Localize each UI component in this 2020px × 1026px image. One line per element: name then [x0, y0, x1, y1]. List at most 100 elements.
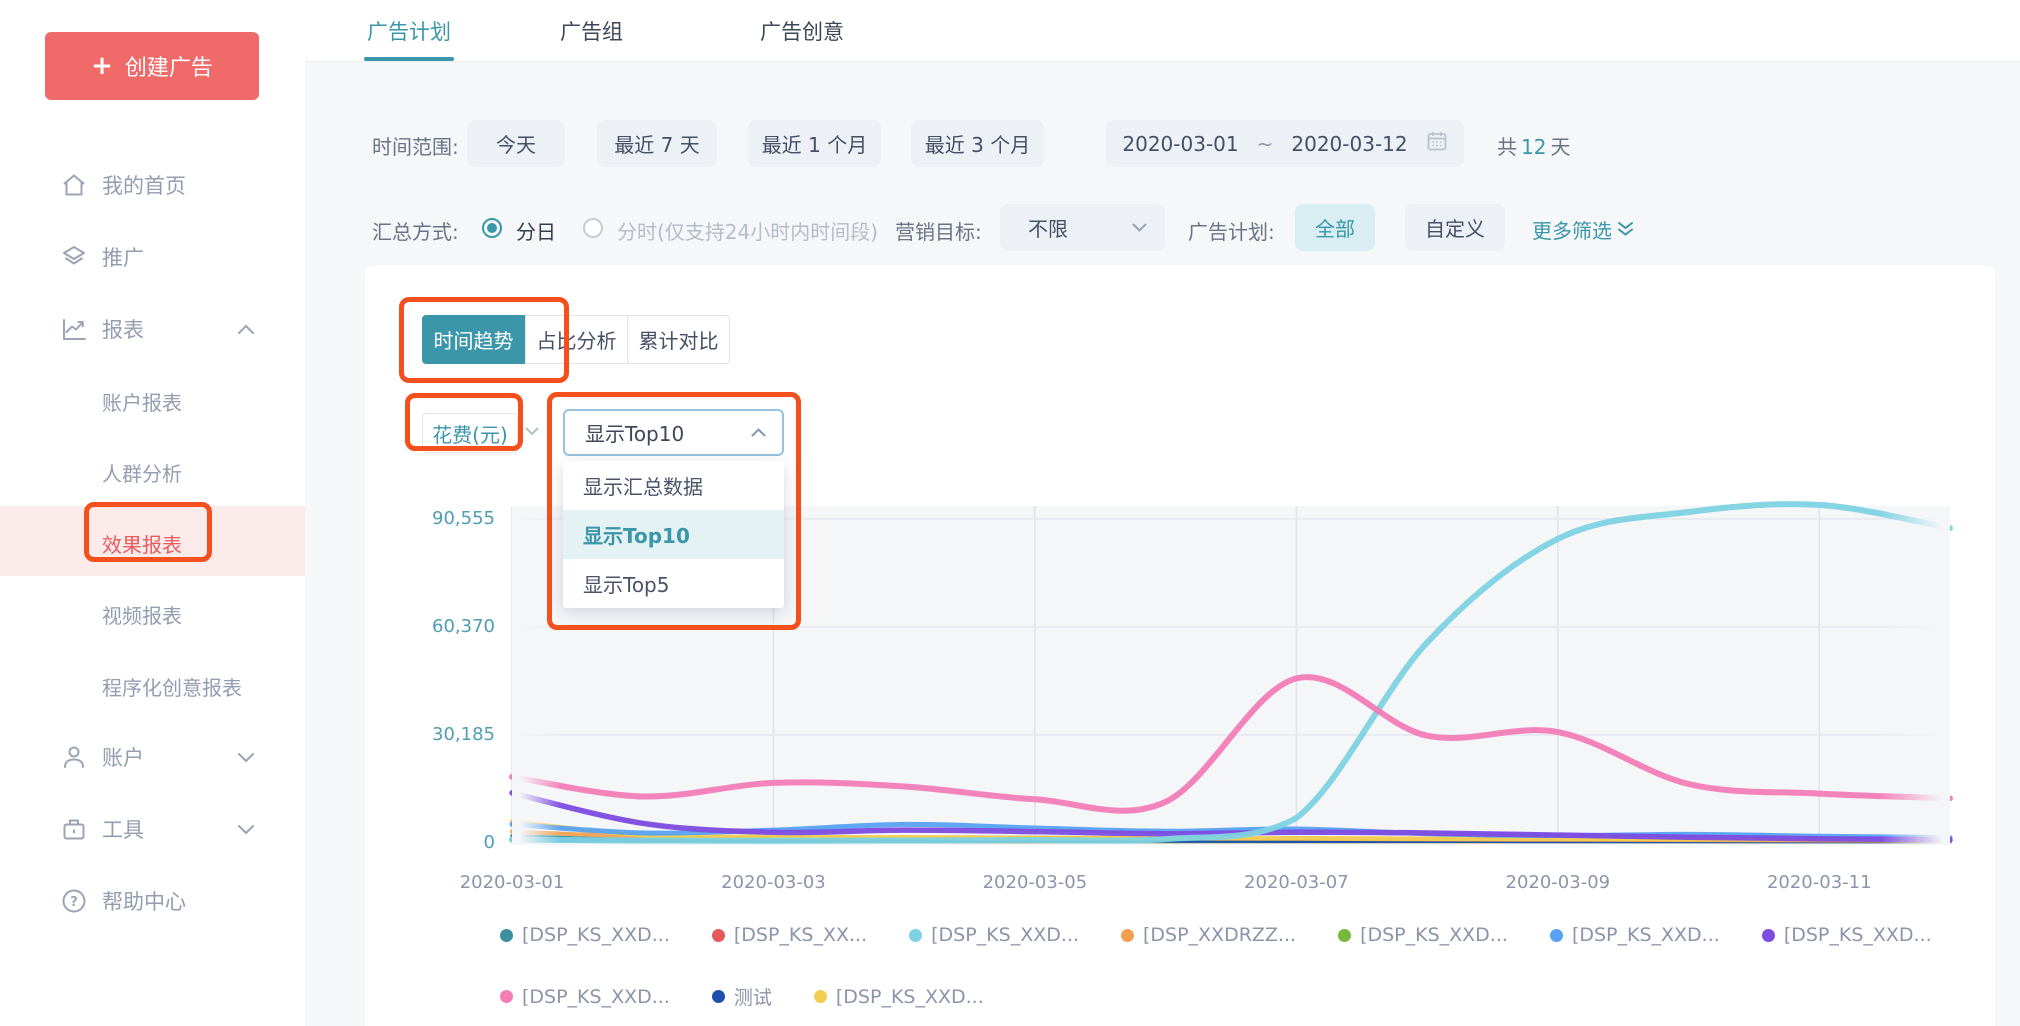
calendar-icon [1426, 130, 1448, 157]
legend-item[interactable]: [DSP_KS_XX... [712, 924, 867, 946]
plan-custom-button[interactable]: 自定义 [1405, 204, 1505, 251]
more-filters-button[interactable]: 更多筛选 [1532, 215, 1634, 244]
x-axis-label: 2020-03-05 [955, 872, 1115, 893]
sidebar-item-promotion[interactable]: 推广 [0, 233, 305, 281]
legend-dot [500, 929, 513, 942]
range-7days-button[interactable]: 最近 7 天 [597, 120, 717, 167]
legend-label: [DSP_KS_XXD... [522, 986, 670, 1008]
legend-item[interactable]: [DSP_KS_XXD... [814, 986, 984, 1008]
radio-by-hour-label[interactable]: 分时(仅支持24小时内时间段) [617, 216, 878, 245]
chart-tab-ratio-analysis[interactable]: 占比分析 [525, 315, 628, 364]
plot-right-fade [1880, 506, 1950, 845]
legend-dot [814, 990, 827, 1003]
date-start: 2020-03-01 [1122, 132, 1238, 156]
chevron-down-icon [237, 752, 255, 763]
entity-tabs-bar: 广告计划 广告组 广告创意 [305, 0, 2020, 62]
sidebar-item-programmatic-creative-report[interactable]: 程序化创意报表 [0, 662, 305, 710]
legend-label: [DSP_KS_XXD... [1572, 924, 1720, 946]
legend-label: [DSP_KS_XXD... [1360, 924, 1508, 946]
tab-ad-creative[interactable]: 广告创意 [760, 16, 844, 46]
active-tab-underline [364, 57, 454, 61]
report-chart-card: 时间趋势 占比分析 累计对比 花费(元) 显示Top10 显示汇总数据 显示To… [365, 265, 1995, 1026]
chevron-down-icon [525, 427, 539, 436]
radio-by-day-label[interactable]: 分日 [516, 216, 556, 245]
home-icon [60, 171, 88, 199]
sidebar-item-account[interactable]: 账户 [0, 733, 305, 781]
sidebar-item-help-center[interactable]: ? 帮助中心 [0, 877, 305, 925]
legend-item[interactable]: [DSP_KS_XXD... [1550, 924, 1720, 946]
x-axis-label: 2020-03-07 [1216, 872, 1376, 893]
y-axis-label: 90,555 [385, 508, 495, 529]
legend-dot [712, 990, 725, 1003]
legend-item[interactable]: [DSP_XXDRZZ... [1121, 924, 1296, 946]
time-range-label: 时间范围: [372, 131, 459, 160]
option-show-summary[interactable]: 显示汇总数据 [563, 461, 784, 510]
chart-legend-row-2: [DSP_KS_XXD... 测试 [DSP_KS_XXD... [500, 983, 984, 1010]
tab-ad-plan[interactable]: 广告计划 [367, 16, 451, 46]
date-range-picker[interactable]: 2020-03-01 ~ 2020-03-12 [1106, 120, 1464, 167]
legend-dot [909, 929, 922, 942]
legend-label: 测试 [734, 983, 772, 1010]
total-days-text: 共12天 [1497, 131, 1570, 160]
plan-all-button[interactable]: 全部 [1295, 204, 1375, 251]
svg-text:?: ? [70, 895, 78, 910]
option-show-top5[interactable]: 显示Top5 [563, 559, 784, 608]
legend-label: [DSP_XXDRZZ... [1143, 924, 1296, 946]
legend-dot [1762, 929, 1775, 942]
radio-by-hour[interactable] [583, 218, 603, 238]
create-ad-label: 创建广告 [125, 50, 213, 82]
legend-label: [DSP_KS_XXD... [931, 924, 1079, 946]
legend-dot [500, 990, 513, 1003]
range-3months-button[interactable]: 最近 3 个月 [911, 120, 1044, 167]
radio-by-day[interactable] [482, 218, 502, 238]
chevron-up-icon [751, 428, 766, 437]
sidebar-item-account-report[interactable]: 账户报表 [0, 377, 305, 425]
option-show-top10[interactable]: 显示Top10 [563, 510, 784, 559]
create-ad-button[interactable]: + 创建广告 [45, 32, 259, 100]
tab-ad-group[interactable]: 广告组 [560, 16, 623, 46]
user-icon [60, 743, 88, 771]
legend-item[interactable]: [DSP_KS_XXD... [500, 986, 670, 1008]
line-chart-icon [60, 315, 88, 343]
y-axis-label: 60,370 [385, 616, 495, 637]
legend-label: [DSP_KS_XXD... [836, 986, 984, 1008]
plot-left-fade [512, 506, 560, 845]
plus-icon: + [91, 53, 113, 79]
date-end: 2020-03-12 [1291, 132, 1407, 156]
legend-label: [DSP_KS_XXD... [1784, 924, 1932, 946]
marketing-goal-label: 营销目标: [895, 216, 982, 245]
sidebar: + 创建广告 我的首页 推广 报表 账户报表 人群分析 效果报表 视频报表 程序… [0, 0, 305, 1026]
sidebar-item-audience-analysis[interactable]: 人群分析 [0, 448, 305, 496]
chart-tab-time-trend[interactable]: 时间趋势 [422, 315, 525, 364]
chevron-down-icon [237, 824, 255, 835]
legend-label: [DSP_KS_XXD... [522, 924, 670, 946]
summary-mode-label: 汇总方式: [372, 216, 459, 245]
legend-item[interactable]: [DSP_KS_XXD... [909, 924, 1079, 946]
legend-item[interactable]: [DSP_KS_XXD... [1762, 924, 1932, 946]
legend-item[interactable]: 测试 [712, 983, 772, 1010]
sidebar-item-video-report[interactable]: 视频报表 [0, 590, 305, 638]
help-icon: ? [60, 887, 88, 915]
legend-item[interactable]: [DSP_KS_XXD... [1338, 924, 1508, 946]
sidebar-item-tools[interactable]: 工具 [0, 805, 305, 853]
sidebar-item-home[interactable]: 我的首页 [0, 161, 305, 209]
legend-label: [DSP_KS_XX... [734, 924, 867, 946]
x-axis-label: 2020-03-11 [1739, 872, 1899, 893]
range-today-button[interactable]: 今天 [467, 120, 565, 167]
legend-dot [712, 929, 725, 942]
x-axis-label: 2020-03-09 [1478, 872, 1638, 893]
legend-item[interactable]: [DSP_KS_XXD... [500, 924, 670, 946]
y-axis-label: 30,185 [385, 724, 495, 745]
total-days-count: 12 [1517, 135, 1550, 159]
ad-plan-filter-label: 广告计划: [1188, 216, 1275, 245]
marketing-goal-select[interactable]: 不限 [1000, 204, 1165, 251]
sidebar-item-reports[interactable]: 报表 [0, 305, 305, 353]
chart-tab-cumulative-compare[interactable]: 累计对比 [627, 315, 730, 364]
top-n-select[interactable]: 显示Top10 [563, 409, 784, 456]
chevron-up-icon [237, 324, 255, 335]
chevron-down-icon [1132, 223, 1147, 232]
metric-select[interactable]: 花费(元) [422, 413, 518, 453]
range-1month-button[interactable]: 最近 1 个月 [748, 120, 881, 167]
x-axis-label: 2020-03-01 [432, 872, 592, 893]
sidebar-item-effect-report[interactable]: 效果报表 [0, 519, 305, 567]
